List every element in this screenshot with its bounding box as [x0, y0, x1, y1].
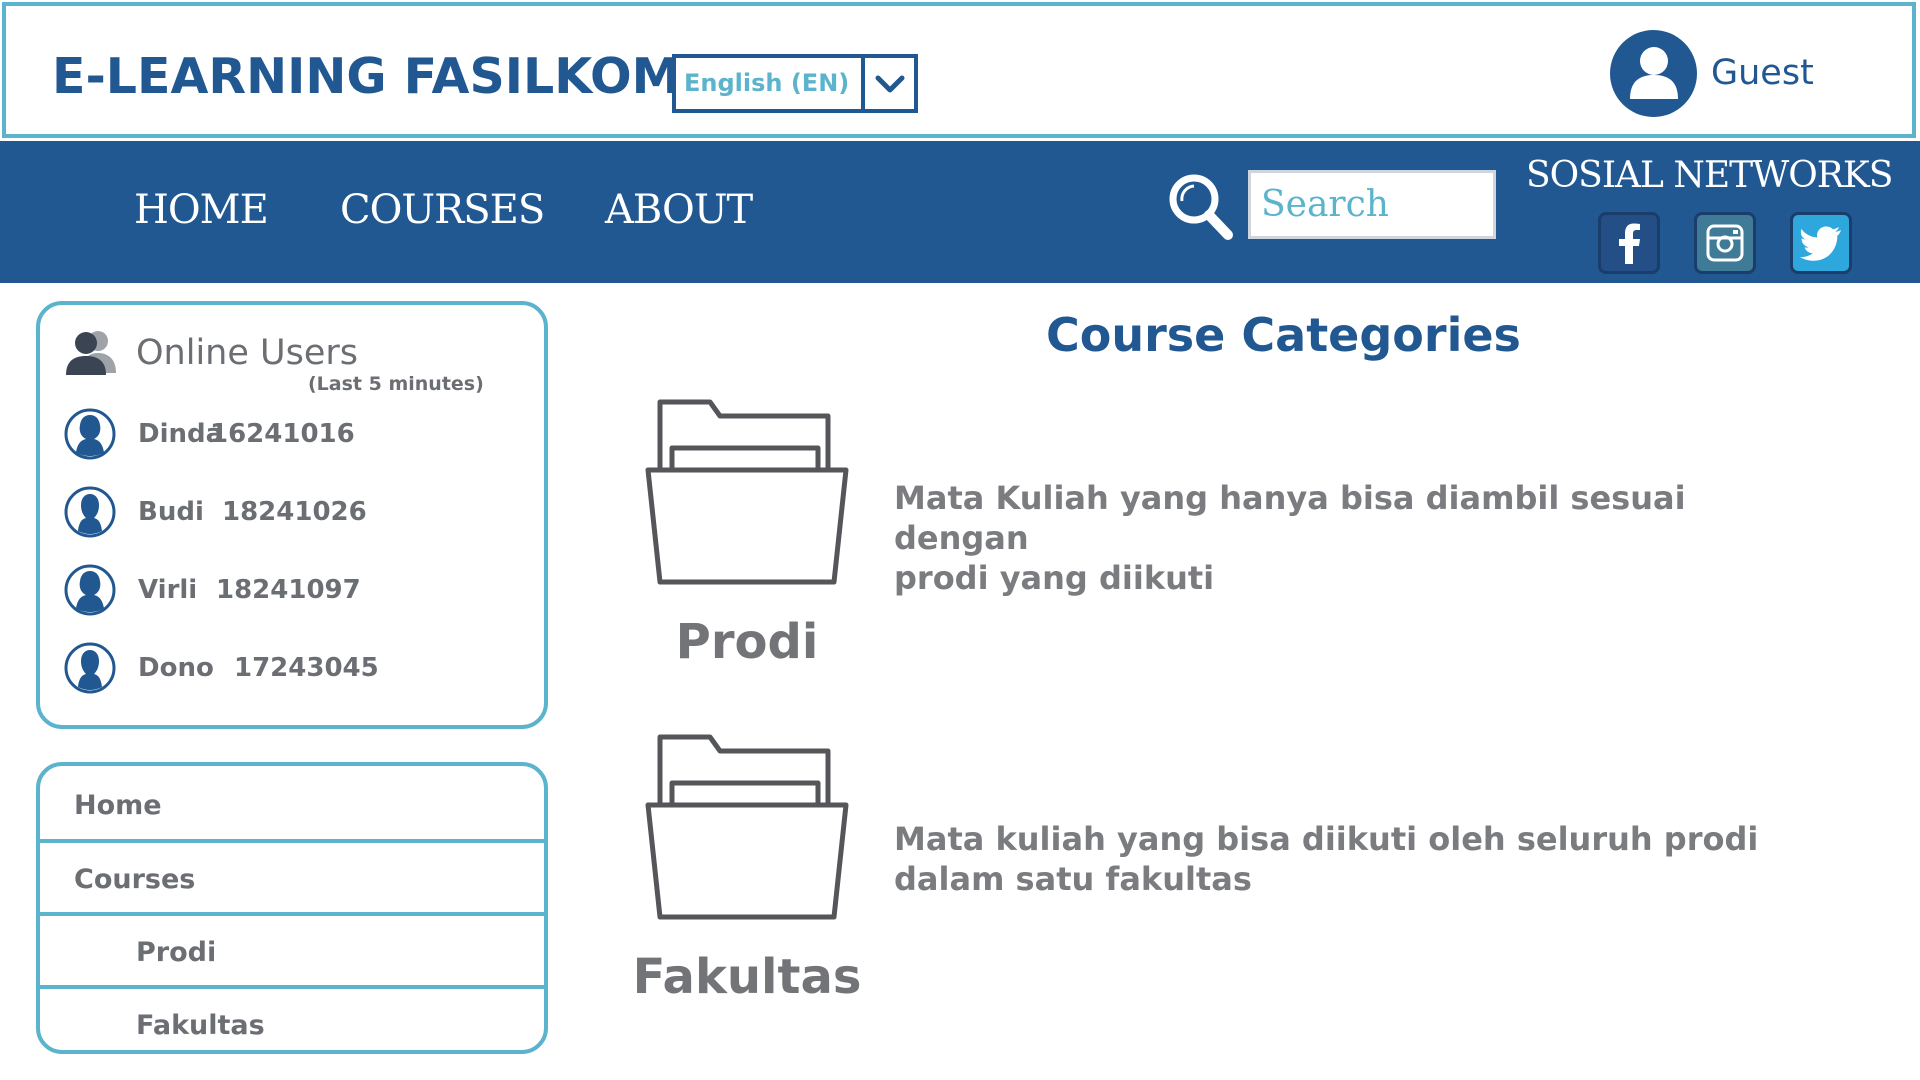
online-user-name: Virli	[138, 575, 198, 605]
nav-bar: HOME COURSES ABOUT SOSIAL NETWORKS	[0, 141, 1920, 283]
online-user-id: 17243045	[234, 653, 379, 683]
menu-item-fakultas[interactable]: Fakultas	[40, 990, 544, 1050]
menu-divider	[40, 912, 544, 916]
online-user-id: 18241026	[222, 497, 367, 527]
side-menu: Home Courses Prodi Fakultas	[36, 762, 548, 1054]
nav-home[interactable]: HOME	[134, 187, 269, 233]
instagram-icon[interactable]	[1694, 212, 1756, 274]
online-user-id: 16241016	[210, 419, 355, 449]
online-user-row[interactable]: Dono 17243045	[64, 641, 379, 695]
category-description-line: Mata Kuliah yang hanya bisa diambil sesu…	[894, 479, 1686, 557]
menu-item-prodi[interactable]: Prodi	[40, 917, 544, 987]
online-users-subtitle: (Last 5 minutes)	[308, 373, 484, 395]
online-user-row[interactable]: Budi 18241026	[64, 485, 367, 539]
category-label[interactable]: Prodi	[622, 614, 872, 670]
category-label[interactable]: Fakultas	[622, 949, 872, 1005]
category-fakultas: Fakultas Mata kuliah yang bisa diikuti o…	[620, 733, 1880, 1023]
social-networks-title: SOSIAL NETWORKS	[1526, 155, 1893, 196]
online-user-row[interactable]: Dinda 16241016	[64, 407, 355, 461]
category-description: Mata kuliah yang bisa diikuti oleh selur…	[894, 819, 1794, 899]
language-select[interactable]: English (EN)	[672, 54, 918, 113]
online-users-panel: Online Users (Last 5 minutes) Dinda 1624…	[36, 301, 548, 729]
user-name: Guest	[1711, 53, 1814, 93]
menu-item-home[interactable]: Home	[40, 770, 544, 840]
online-user-name: Dono	[138, 653, 214, 683]
female-user-icon	[64, 564, 116, 616]
online-user-row[interactable]: Virli 18241097	[64, 563, 361, 617]
facebook-icon[interactable]	[1598, 212, 1660, 274]
category-description-line: prodi yang diikuti	[894, 559, 1215, 597]
search-icon[interactable]	[1166, 171, 1236, 243]
site-title[interactable]: E-LEARNING FASILKOM	[52, 48, 680, 105]
category-description-line: Mata kuliah yang bisa diikuti oleh selur…	[894, 820, 1759, 858]
twitter-icon[interactable]	[1790, 212, 1852, 274]
menu-item-courses[interactable]: Courses	[40, 844, 544, 914]
search-input[interactable]	[1248, 170, 1496, 239]
online-user-id: 18241097	[216, 575, 361, 605]
user-menu[interactable]: Guest	[1610, 28, 1814, 118]
folder-icon[interactable]	[644, 398, 850, 588]
category-description: Mata Kuliah yang hanya bisa diambil sesu…	[894, 478, 1794, 598]
user-avatar-icon	[1610, 29, 1697, 117]
menu-divider	[40, 839, 544, 843]
page-title: Course Categories	[1046, 308, 1521, 362]
nav-about[interactable]: ABOUT	[605, 187, 753, 233]
folder-icon[interactable]	[644, 733, 850, 923]
nav-courses[interactable]: COURSES	[340, 187, 545, 233]
top-header: E-LEARNING FASILKOM English (EN) Guest	[2, 2, 1916, 138]
male-user-icon	[64, 642, 116, 694]
female-user-icon	[64, 408, 116, 460]
online-user-name: Budi	[138, 497, 204, 527]
category-prodi: Prodi Mata Kuliah yang hanya bisa diambi…	[620, 398, 1880, 688]
male-user-icon	[64, 486, 116, 538]
online-users-title: Online Users	[136, 333, 359, 373]
users-group-icon	[62, 327, 120, 384]
language-select-value: English (EN)	[684, 69, 850, 97]
chevron-down-icon[interactable]	[861, 58, 914, 109]
menu-divider	[40, 985, 544, 989]
category-description-line: dalam satu fakultas	[894, 860, 1252, 898]
